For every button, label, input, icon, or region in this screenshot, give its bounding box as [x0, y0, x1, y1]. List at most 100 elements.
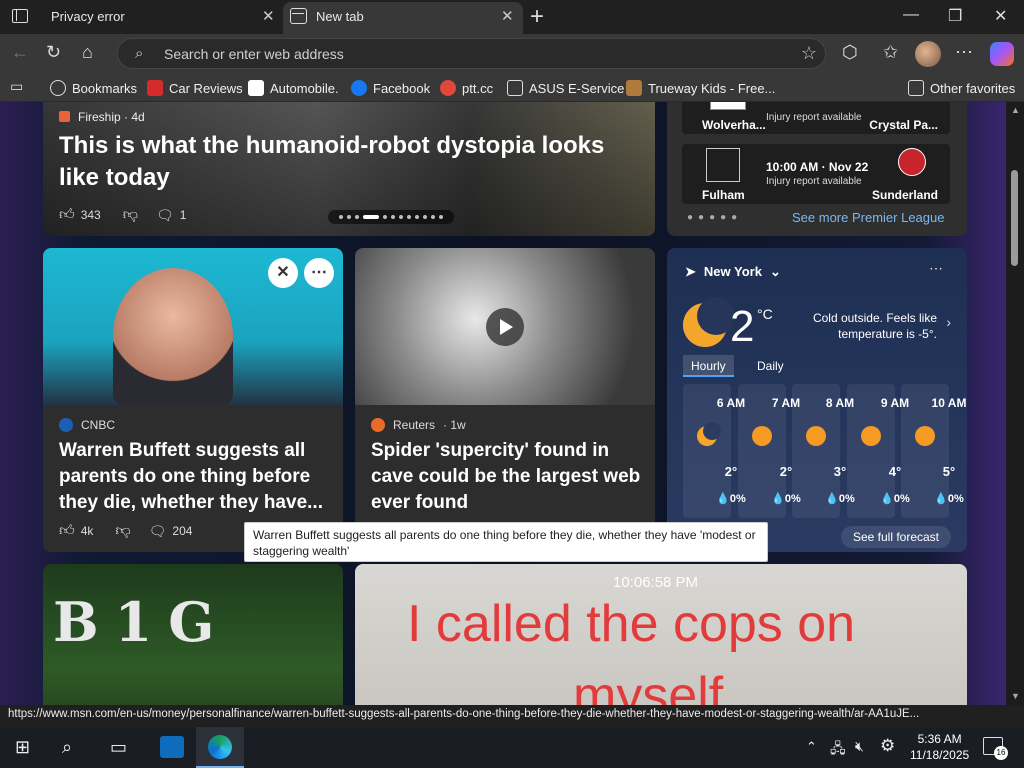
hero-news-card[interactable]: Fireship · 4d This is what the humanoid-…: [43, 102, 655, 236]
chevron-up-icon[interactable]: ⌃: [806, 739, 817, 755]
scroll-down-icon[interactable]: ▼: [1011, 691, 1020, 701]
clock-time: 5:36 AM: [917, 732, 962, 746]
hero-headline[interactable]: This is what the humanoid-robot dystopia…: [59, 130, 639, 194]
bookmark-car-reviews[interactable]: Car Reviews: [147, 80, 243, 96]
refresh-icon[interactable]: ↻: [46, 42, 61, 63]
video-timestamp: 10:06:58 PM: [613, 574, 699, 591]
collections-icon[interactable]: ▭: [10, 78, 23, 95]
comment-icon[interactable]: 🗨︎: [156, 207, 174, 224]
volume-muted-icon[interactable]: 🔇︎: [855, 738, 864, 755]
hour-precip: 💧0%: [934, 493, 964, 505]
copilot-icon[interactable]: [990, 42, 1014, 66]
news-card-buffett[interactable]: ✕ ⋯ CNBC Warren Buffett suggests all par…: [43, 248, 343, 552]
hour-forecast[interactable]: 10 AM 5° 💧0%: [901, 384, 966, 518]
news-card-video[interactable]: 10:06:58 PM I called the cops on myself: [355, 564, 967, 705]
extensions-icon[interactable]: ⬡: [842, 42, 858, 63]
fireship-logo-icon: [59, 111, 70, 122]
bookmark-ptt[interactable]: ptt.cc: [440, 80, 493, 96]
news-headline[interactable]: Warren Buffett suggests all parents do o…: [59, 438, 331, 516]
taskbar-clock[interactable]: 5:36 AM 11/18/2025: [910, 731, 969, 763]
minimize-icon[interactable]: —: [903, 6, 919, 24]
news-headline[interactable]: Spider 'supercity' found in cave could b…: [371, 438, 643, 516]
other-favorites[interactable]: Other favorites: [908, 80, 1015, 96]
scroll-up-icon[interactable]: ▲: [1011, 105, 1020, 115]
carousel-dots[interactable]: [328, 210, 454, 224]
back-icon[interactable]: ←: [11, 42, 29, 63]
profile-avatar[interactable]: [915, 41, 941, 67]
tab-title: New tab: [316, 9, 364, 24]
task-view-icon[interactable]: ▭: [110, 737, 127, 758]
comment-icon[interactable]: 🗨︎: [149, 523, 167, 540]
new-tab-plus-icon[interactable]: +: [530, 3, 544, 31]
tab-strip: Privacy error ✕ New tab ✕ + — ❐ ✕: [0, 0, 1024, 34]
taskbar: ⊞ ⌕ ▭ ⌃ 🖧︎ 🔇︎ ⚙ 5:36 AM 11/18/2025 16: [0, 727, 1024, 768]
news-card-big-ten[interactable]: B1G: [43, 564, 343, 705]
hour-time: 10 AM: [931, 396, 967, 410]
match-time: 10:00 AM · Nov 22: [766, 160, 869, 174]
tab-privacy-error[interactable]: Privacy error ✕: [40, 0, 280, 34]
automobile-icon: [248, 80, 264, 96]
like-count: 4k: [80, 524, 94, 538]
notification-center-icon[interactable]: 16: [983, 737, 1008, 760]
chevron-right-icon[interactable]: ›: [946, 314, 951, 330]
more-menu-icon[interactable]: ⋯: [955, 42, 973, 63]
clock-date: 11/18/2025: [910, 748, 970, 762]
temperature-unit[interactable]: °C: [757, 306, 773, 322]
address-input[interactable]: [164, 44, 764, 64]
trueway-icon: [626, 80, 642, 96]
see-full-forecast-button[interactable]: See full forecast: [840, 526, 951, 548]
search-icon[interactable]: ⌕: [62, 737, 72, 758]
bookmark-facebook[interactable]: Facebook: [351, 80, 430, 96]
bookmark-automobile[interactable]: Automobile.: [248, 80, 339, 96]
folder-icon: [908, 80, 924, 96]
tab-hourly[interactable]: Hourly: [683, 355, 734, 377]
edge-icon: [208, 735, 232, 759]
video-caption: I called the cops on: [407, 595, 856, 653]
restore-icon[interactable]: ❐: [948, 6, 962, 26]
match-wolves-palace[interactable]: Injury report available Wolverha... Crys…: [682, 102, 950, 134]
sun-icon: [861, 426, 881, 446]
dislike-icon[interactable]: 👎︎: [123, 206, 138, 224]
news-card-spider[interactable]: Reuters · 1w Spider 'supercity' found in…: [355, 248, 655, 552]
bookmark-trueway[interactable]: Trueway Kids - Free...: [626, 80, 775, 96]
outlook-icon[interactable]: [160, 736, 184, 758]
hide-story-button[interactable]: ✕: [268, 258, 298, 288]
network-icon[interactable]: 🖧︎: [830, 738, 846, 762]
sidebar-toggle-icon[interactable]: [12, 9, 28, 23]
hour-forecast[interactable]: 7 AM 2° 💧0%: [738, 384, 801, 518]
favorite-star-icon[interactable]: ☆: [801, 43, 817, 64]
home-icon[interactable]: ⌂: [82, 42, 93, 63]
close-tab-icon[interactable]: ✕: [262, 7, 275, 25]
like-icon[interactable]: 👍︎: [59, 522, 75, 540]
windows-start-icon[interactable]: ⊞: [15, 737, 30, 758]
bookmark-bookmarks[interactable]: Bookmarks: [50, 80, 137, 96]
scroll-thumb[interactable]: [1011, 170, 1018, 266]
address-bar[interactable]: ⌕ ☆: [117, 38, 826, 69]
dislike-icon[interactable]: 👎︎: [115, 522, 130, 540]
close-window-icon[interactable]: ✕: [994, 6, 1007, 26]
like-icon[interactable]: 👍︎: [59, 206, 75, 224]
bookmark-asus[interactable]: ASUS E-Service: [507, 80, 624, 96]
hour-forecast[interactable]: 8 AM 3° 💧0%: [792, 384, 855, 518]
away-team: Sunderland: [871, 188, 938, 202]
sports-pager[interactable]: ●●●●●: [687, 212, 742, 223]
weather-more-icon[interactable]: ⋯: [929, 260, 943, 277]
other-favorites-label: Other favorites: [930, 80, 1016, 96]
page-scrollbar[interactable]: ▲ ▼: [1006, 102, 1024, 705]
close-tab-icon[interactable]: ✕: [501, 7, 514, 25]
play-video-icon[interactable]: [486, 308, 524, 346]
weather-card: ➤ New York ⌄ ⋯ 2 °C Cold outside. Feels li…: [667, 248, 967, 552]
hour-forecast[interactable]: 6 AM 2° 💧0%: [683, 384, 746, 518]
tab-new-tab[interactable]: New tab ✕: [283, 2, 523, 34]
edge-taskbar-button[interactable]: [196, 727, 244, 768]
favorites-icon[interactable]: ✩: [883, 42, 898, 63]
weather-location[interactable]: ➤ New York ⌄: [685, 264, 781, 280]
bookmark-label: Facebook: [373, 80, 431, 96]
tab-daily[interactable]: Daily: [749, 355, 792, 377]
settings-gear-icon[interactable]: ⚙: [880, 736, 895, 756]
more-options-button[interactable]: ⋯: [304, 258, 334, 288]
see-more-premier-league-link[interactable]: See more Premier League: [792, 210, 944, 225]
hour-forecast[interactable]: 9 AM 4° 💧0%: [847, 384, 910, 518]
news-metrics: 👍︎ 4k 👎︎ 🗨︎ 204: [59, 522, 198, 540]
match-fulham-sunderland[interactable]: 10:00 AM · Nov 22 Injury report availabl…: [682, 144, 950, 204]
